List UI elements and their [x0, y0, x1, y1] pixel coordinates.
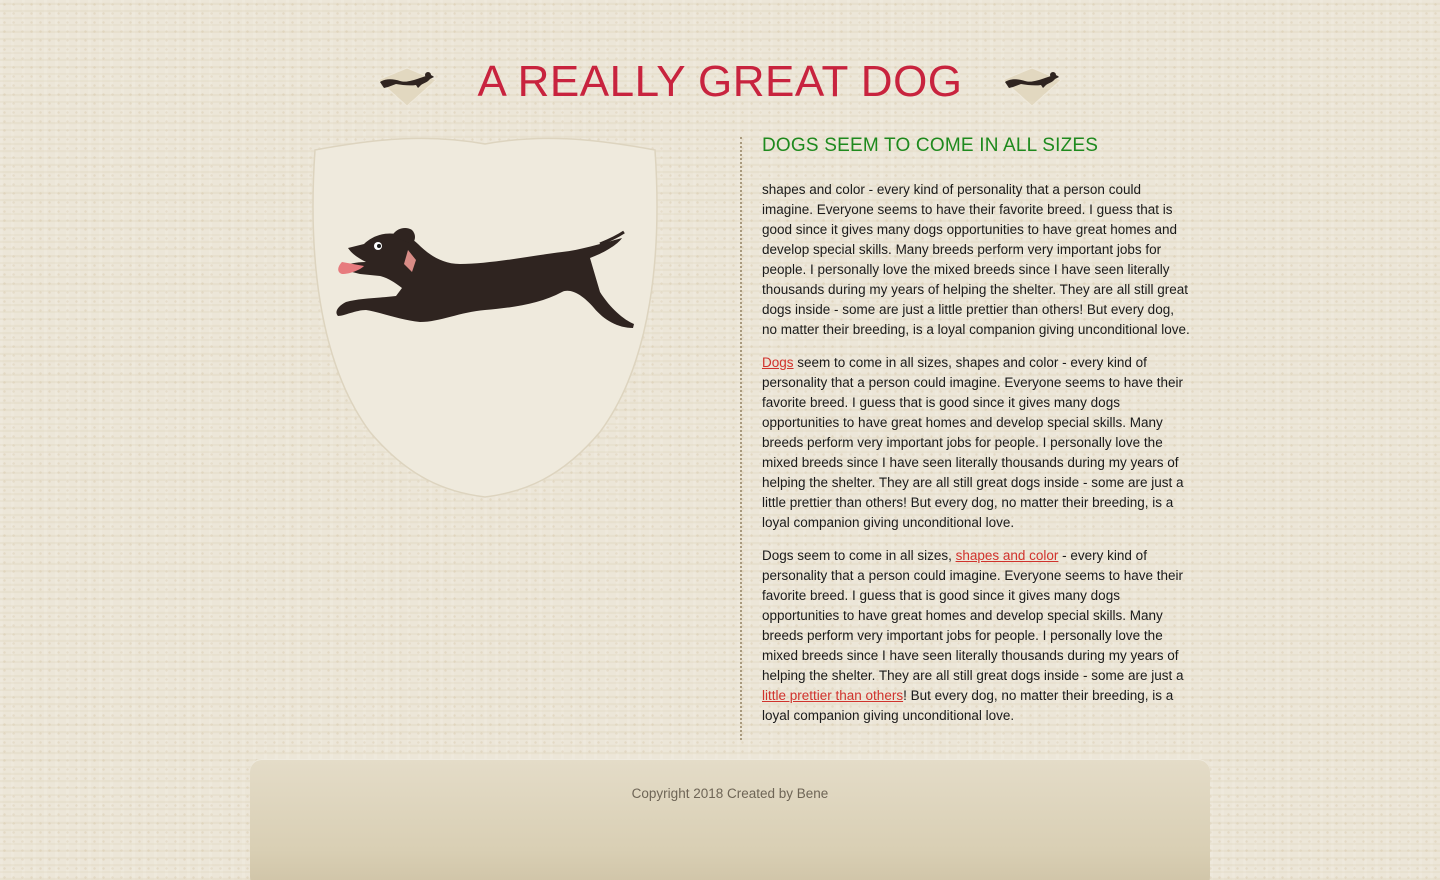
site-header: A REALLY GREAT DOG: [0, 40, 1440, 120]
paragraph-3-middle: - every kind of personality that a perso…: [762, 548, 1184, 683]
hero-dog-illustration: [312, 137, 658, 498]
article-heading: DOGS SEEM TO COME IN ALL SIZES: [762, 135, 1099, 156]
paragraph-2-text: seem to come in all sizes, shapes and co…: [762, 355, 1184, 530]
copyright-text: Copyright 2018 Created by Bene: [631, 786, 829, 801]
shapes-and-color-link[interactable]: shapes and color: [956, 548, 1059, 563]
article-paragraph-1: shapes and color - every kind of persona…: [762, 182, 1190, 337]
little-prettier-link[interactable]: little prettier than others: [762, 688, 903, 703]
article-paragraph-2: Dogs seem to come in all sizes, shapes a…: [762, 353, 1192, 533]
column-divider: [740, 137, 742, 740]
dogs-link[interactable]: Dogs: [762, 355, 794, 370]
article-paragraph-3: Dogs seem to come in all sizes, shapes a…: [762, 546, 1192, 726]
running-dog-icon: [377, 67, 437, 107]
article-content: DOGS SEEM TO COME IN ALL SIZES shapes an…: [762, 134, 1192, 739]
site-title[interactable]: A REALLY GREAT DOG: [470, 58, 970, 106]
paragraph-3-start: Dogs seem to come in all sizes,: [762, 548, 956, 563]
site-footer: Copyright 2018 Created by Bene: [250, 759, 1210, 880]
running-dog-icon: [1002, 67, 1062, 107]
